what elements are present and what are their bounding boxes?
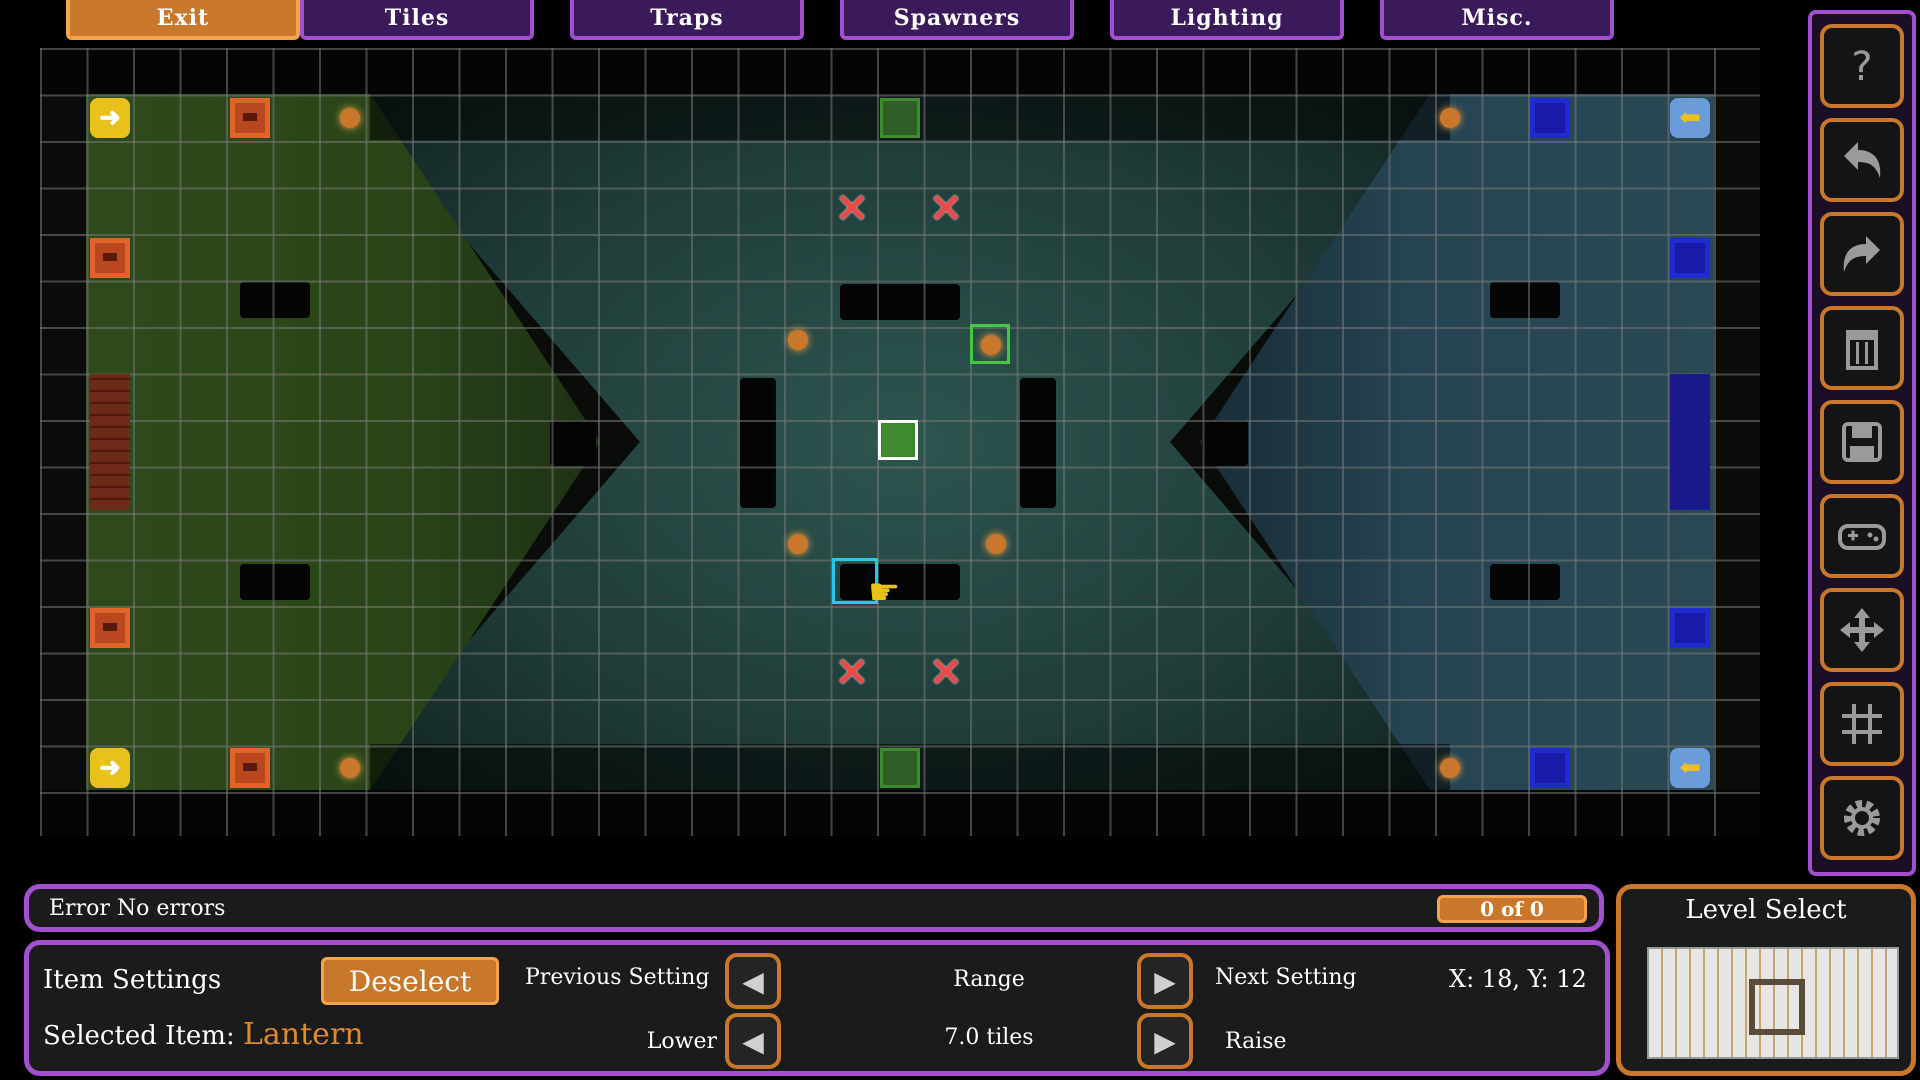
grid-icon (1834, 696, 1890, 752)
level-thumbnail[interactable] (1647, 947, 1899, 1059)
lantern[interactable] (340, 108, 380, 148)
raise-button[interactable]: ▶ (1137, 1013, 1193, 1069)
selected-item-label: Selected Item: Lantern (43, 1017, 364, 1052)
save-icon (1834, 414, 1890, 470)
gamepad-icon (1834, 508, 1890, 564)
red-wall[interactable] (90, 374, 130, 510)
undo-icon (1834, 132, 1890, 188)
lower-label: Lower (629, 1029, 717, 1054)
setting-name: Range (869, 967, 1109, 992)
blue-wall[interactable] (1670, 374, 1710, 510)
setting-value: 7.0 tiles (869, 1025, 1109, 1050)
tab-exit[interactable]: Exit (66, 0, 300, 40)
lantern[interactable] (788, 330, 828, 370)
svg-text:?: ? (1851, 44, 1872, 90)
red-crate[interactable] (230, 98, 270, 138)
lantern[interactable] (986, 534, 1026, 574)
blue-crate[interactable] (1670, 608, 1710, 648)
lantern[interactable] (1440, 108, 1480, 148)
redo-button[interactable] (1820, 212, 1904, 296)
deselect-button[interactable]: Deselect (321, 957, 499, 1005)
lower-button[interactable]: ◀ (725, 1013, 781, 1069)
cursor-coordinates: X: 18, Y: 12 (1449, 965, 1587, 993)
delete-button[interactable] (1820, 306, 1904, 390)
help-button[interactable]: ? (1820, 24, 1904, 108)
blue-crate[interactable] (1530, 748, 1570, 788)
blue-crate[interactable] (1530, 98, 1570, 138)
lantern[interactable] (340, 758, 380, 798)
hand-cursor-icon: ☛ (868, 572, 900, 613)
selected-item-prefix: Selected Item: (43, 1021, 235, 1051)
arrow-right-tile[interactable]: ➜ (90, 748, 130, 788)
zombie-spawner[interactable] (880, 98, 920, 138)
item-settings-panel: Item Settings Deselect Selected Item: La… (24, 940, 1610, 1076)
red-crate[interactable] (230, 748, 270, 788)
lantern[interactable] (1440, 758, 1480, 798)
redo-icon (1834, 226, 1890, 282)
x-marker[interactable]: ✕ (832, 652, 872, 692)
help-icon: ? (1834, 38, 1890, 94)
zombie-spawner[interactable] (880, 748, 920, 788)
error-message: Error No errors (49, 896, 225, 921)
tab-spawners[interactable]: Spawners (840, 0, 1074, 40)
tool-sidebar: ? (1808, 10, 1916, 876)
arrow-left-tile[interactable]: ⬅ (1670, 98, 1710, 138)
arrow-left-tile[interactable]: ⬅ (1670, 748, 1710, 788)
x-marker[interactable]: ✕ (926, 652, 966, 692)
settings-button[interactable] (1820, 776, 1904, 860)
item-settings-title: Item Settings (43, 965, 221, 995)
save-button[interactable] (1820, 400, 1904, 484)
lantern[interactable] (788, 534, 828, 574)
x-marker[interactable]: ✕ (832, 188, 872, 228)
previous-setting-button[interactable]: ◀ (725, 953, 781, 1009)
gear-icon (1834, 790, 1890, 846)
tab-traps[interactable]: Traps (570, 0, 804, 40)
selected-lantern[interactable] (970, 324, 1010, 364)
selected-item-value: Lantern (243, 1017, 364, 1052)
level-select-panel[interactable]: Level Select (1616, 884, 1916, 1076)
grid-toggle-button[interactable] (1820, 682, 1904, 766)
playtest-button[interactable] (1820, 494, 1904, 578)
x-marker[interactable]: ✕ (926, 188, 966, 228)
red-crate[interactable] (90, 238, 130, 278)
player-spawn[interactable] (878, 420, 918, 460)
raise-label: Raise (1225, 1029, 1287, 1054)
trash-icon (1834, 320, 1890, 376)
error-count[interactable]: 0 of 0 (1437, 895, 1587, 923)
next-setting-button[interactable]: ▶ (1137, 953, 1193, 1009)
previous-setting-label: Previous Setting (525, 965, 710, 990)
move-button[interactable] (1820, 588, 1904, 672)
blue-crate[interactable] (1670, 238, 1710, 278)
red-crate[interactable] (90, 608, 130, 648)
tab-misc[interactable]: Misc. (1380, 0, 1614, 40)
move-icon (1834, 602, 1890, 658)
tab-tiles[interactable]: Tiles (300, 0, 534, 40)
level-map[interactable]: ➜ ➜ ⬅ ⬅ ✕ ✕ ✕ ✕ ☛ (40, 48, 1760, 836)
undo-button[interactable] (1820, 118, 1904, 202)
level-select-title: Level Select (1621, 895, 1911, 925)
arrow-right-tile[interactable]: ➜ (90, 98, 130, 138)
tab-lighting[interactable]: Lighting (1110, 0, 1344, 40)
next-setting-label: Next Setting (1215, 965, 1357, 990)
error-bar: Error No errors 0 of 0 (24, 884, 1604, 932)
